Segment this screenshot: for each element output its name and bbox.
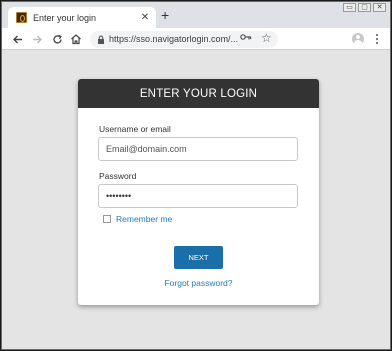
site-favicon-icon <box>16 12 27 23</box>
password-input[interactable] <box>98 184 298 208</box>
remember-me[interactable]: Remember me <box>103 214 172 224</box>
key-icon[interactable] <box>240 33 252 41</box>
minimize-button[interactable]: ▭ <box>343 3 356 12</box>
back-arrow-icon <box>12 35 22 43</box>
new-tab-button[interactable]: + <box>161 8 169 22</box>
reload-icon <box>52 34 62 44</box>
forward-button[interactable] <box>30 32 44 46</box>
remember-checkbox[interactable] <box>103 215 111 223</box>
profile-avatar-icon[interactable] <box>352 33 364 45</box>
browser-window: Enter your login ✕ + ▭ ▢ ✕ https://sso.n… <box>1 1 391 350</box>
username-input[interactable] <box>98 137 298 161</box>
home-button[interactable] <box>69 32 83 46</box>
back-button[interactable] <box>10 32 24 46</box>
next-button[interactable]: NEXT <box>174 246 223 269</box>
bookmark-star-icon[interactable]: ☆ <box>261 31 272 45</box>
tab-strip: Enter your login ✕ + ▭ ▢ ✕ <box>2 2 390 28</box>
maximize-button[interactable]: ▢ <box>358 3 371 12</box>
browser-toolbar: https://sso.navigatorlogin.com/... ☆ <box>2 28 390 50</box>
lock-icon <box>98 35 104 44</box>
tab-title: Enter your login <box>33 12 97 23</box>
password-label: Password <box>99 171 137 181</box>
remember-label: Remember me <box>116 214 173 224</box>
login-header: ENTER YOUR LOGIN <box>78 79 319 108</box>
forward-arrow-icon <box>32 35 42 43</box>
forgot-password-link[interactable]: Forgot password? <box>78 278 319 288</box>
menu-kebab-icon[interactable] <box>374 32 380 46</box>
close-window-button[interactable]: ✕ <box>373 3 386 12</box>
login-card: ENTER YOUR LOGIN Username or email Passw… <box>78 79 319 305</box>
browser-tab[interactable]: Enter your login ✕ <box>8 7 156 28</box>
url-text: https://sso.navigatorlogin.com/... <box>109 34 239 44</box>
username-label: Username or email <box>99 124 171 134</box>
window-controls: ▭ ▢ ✕ <box>343 3 386 12</box>
home-icon <box>71 34 81 45</box>
tab-close-icon[interactable]: ✕ <box>138 12 152 23</box>
reload-button[interactable] <box>50 32 64 46</box>
